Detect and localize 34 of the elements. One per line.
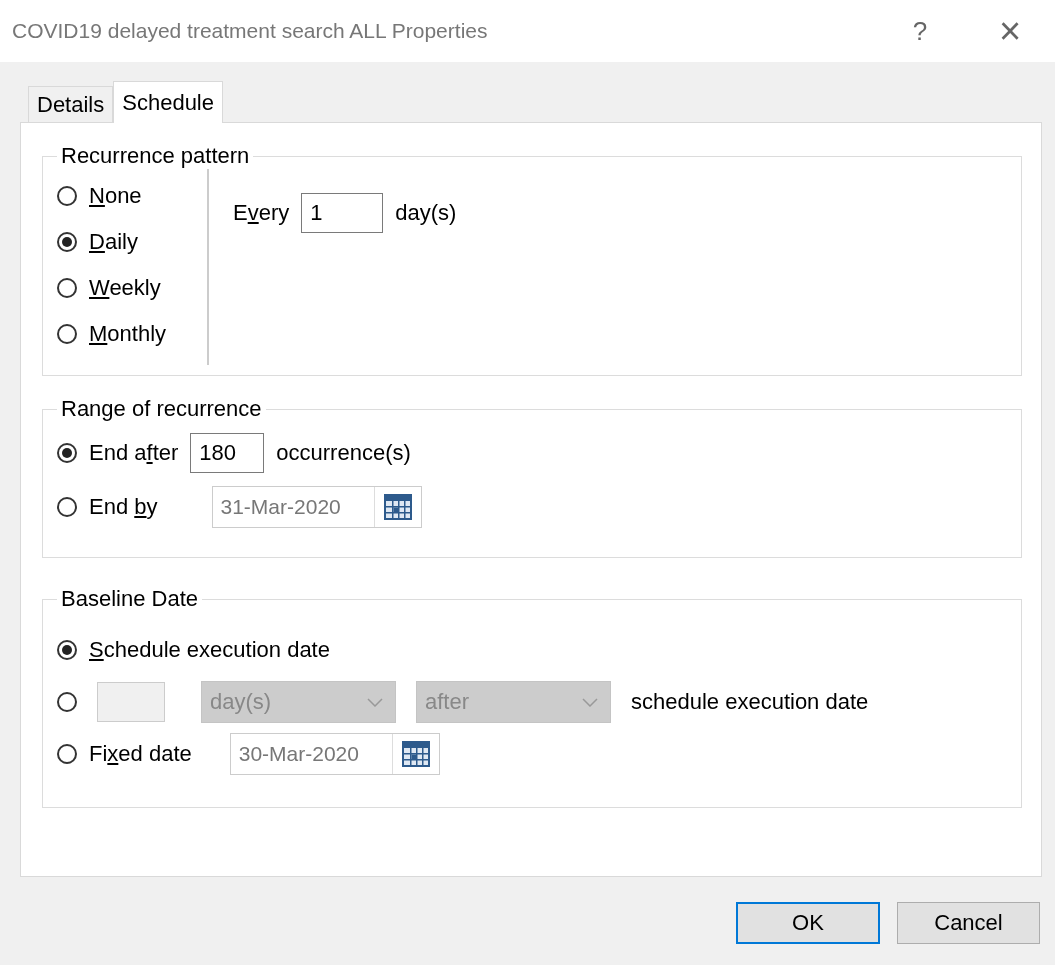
radio-button[interactable] (57, 640, 77, 660)
number-field[interactable]: 1 (301, 193, 384, 233)
radio-button[interactable] (57, 278, 77, 298)
option-label: Schedule execution date (89, 637, 330, 663)
option-label: End by (89, 494, 158, 520)
close-button[interactable]: × (965, 6, 1055, 56)
option-label: Every (233, 200, 290, 226)
group-title: Recurrence pattern (60, 143, 251, 169)
dialog-button[interactable]: OK (736, 902, 880, 944)
number-field[interactable]: 180 (190, 433, 265, 473)
window-title: COVID19 delayed treatment search ALL Properties (12, 19, 489, 43)
dialog-button[interactable]: Cancel (897, 902, 1040, 944)
calendar-icon (383, 494, 412, 520)
tab[interactable]: Details (28, 86, 114, 122)
radio-button[interactable] (57, 186, 77, 206)
radio-button[interactable] (57, 443, 77, 463)
unit-label: day(s) (395, 200, 457, 226)
radio-button[interactable] (57, 324, 77, 344)
help-button[interactable]: ? (875, 6, 965, 56)
unit-label: occurrence(s) (276, 440, 411, 466)
tab[interactable]: Schedule (113, 81, 223, 123)
option-label: Weekly (89, 275, 161, 301)
option-label: Daily (89, 229, 138, 255)
option-label: End after (89, 440, 179, 466)
group-title: Range of recurrence (60, 396, 263, 422)
option-label: Fixed date (89, 741, 192, 767)
group-title: Baseline Date (60, 586, 199, 612)
radio-button[interactable] (57, 232, 77, 252)
option-label: None (89, 183, 142, 209)
option-label: Monthly (89, 321, 167, 347)
calendar-icon (401, 741, 430, 767)
suffix-label: schedule execution date (631, 689, 869, 715)
chevron-down-icon (582, 697, 598, 707)
chevron-down-icon (367, 697, 383, 707)
